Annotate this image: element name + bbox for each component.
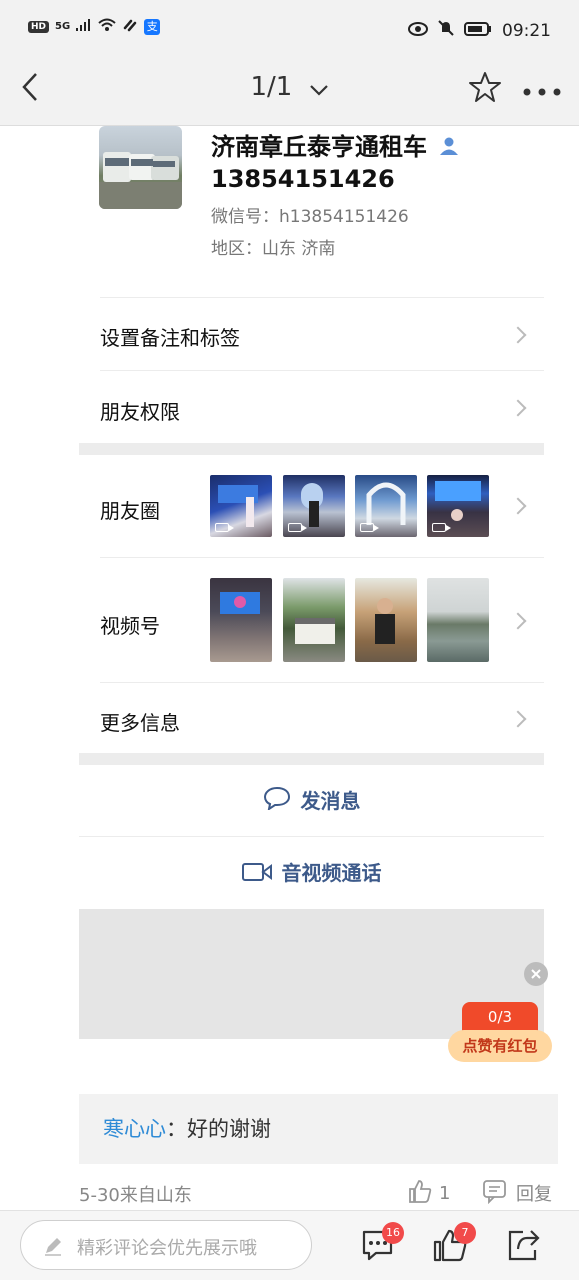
remark-row[interactable]: 设置备注和标签 bbox=[100, 297, 544, 371]
link-icon bbox=[122, 18, 138, 35]
comment-reply-button[interactable]: 回复 bbox=[482, 1178, 552, 1208]
thumbs-up-icon bbox=[432, 1229, 468, 1267]
status-bar: HD 5G 支 09:21 bbox=[0, 0, 579, 48]
mute-bell-icon bbox=[438, 20, 454, 41]
moments-thumbnail bbox=[355, 475, 417, 537]
battery-icon bbox=[464, 21, 492, 41]
channels-thumbnail bbox=[427, 578, 489, 662]
video-call-button[interactable]: 音视频通话 bbox=[79, 837, 544, 909]
reply-label: 回复 bbox=[516, 1184, 552, 1205]
alipay-icon: 支 bbox=[144, 18, 161, 35]
close-icon[interactable] bbox=[524, 962, 548, 986]
comment-separator: ： bbox=[166, 1117, 187, 1141]
video-icon bbox=[432, 523, 451, 532]
video-icon bbox=[288, 523, 307, 532]
star-icon[interactable] bbox=[468, 70, 502, 104]
channels-thumbnail bbox=[283, 578, 345, 662]
moments-thumbnail bbox=[427, 475, 489, 537]
wechat-id: 微信号：h13854151426 bbox=[211, 207, 409, 227]
comment-input-placeholder: 精彩评论会优先展示哦 bbox=[77, 1238, 257, 1259]
pencil-icon bbox=[43, 1236, 63, 1260]
likes-badge: 7 bbox=[454, 1222, 476, 1244]
profile-name-line1: 济南章丘泰亨通租车 bbox=[211, 133, 427, 161]
chevron-right-icon bbox=[509, 612, 527, 630]
reply-bubble-icon bbox=[482, 1178, 508, 1208]
chevron-right-icon bbox=[509, 326, 527, 344]
eye-icon bbox=[408, 21, 428, 41]
bottom-bar: 精彩评论会优先展示哦 16 7 bbox=[0, 1210, 579, 1280]
comment-input[interactable]: 精彩评论会优先展示哦 bbox=[20, 1220, 312, 1270]
more-info-label: 更多信息 bbox=[100, 711, 180, 735]
signal-icon bbox=[76, 19, 92, 34]
comments-button[interactable]: 16 bbox=[360, 1222, 404, 1263]
channels-thumbnail bbox=[210, 578, 272, 662]
video-camera-icon bbox=[241, 839, 272, 911]
page-counter: 1/1 bbox=[250, 72, 293, 102]
comments-icon bbox=[360, 1230, 396, 1267]
comment-like-count: 1 bbox=[439, 1182, 451, 1204]
more-options-icon[interactable] bbox=[522, 82, 562, 96]
permissions-row[interactable]: 朋友权限 bbox=[100, 370, 544, 444]
top-nav-bar: 1/1 bbox=[0, 48, 579, 126]
comment-meta: 5-30来自山东 bbox=[79, 1185, 192, 1206]
chat-bubble-icon bbox=[263, 767, 291, 839]
wifi-icon bbox=[98, 18, 116, 35]
section-divider bbox=[79, 443, 544, 455]
comment-text: 好的谢谢 bbox=[187, 1117, 271, 1141]
thumbs-up-icon bbox=[407, 1178, 433, 1208]
network-label: 5G bbox=[55, 21, 71, 32]
profile-avatar[interactable] bbox=[99, 126, 182, 209]
person-verified-icon bbox=[439, 131, 459, 165]
more-info-row[interactable]: 更多信息 bbox=[100, 682, 544, 754]
comment-username[interactable]: 寒心心 bbox=[103, 1117, 166, 1141]
moments-thumbnail bbox=[283, 475, 345, 537]
promo-label: 点赞有红包 bbox=[448, 1030, 552, 1062]
channels-thumbnail bbox=[355, 578, 417, 662]
hd-indicator: HD bbox=[28, 20, 50, 33]
send-message-button[interactable]: 发消息 bbox=[79, 765, 544, 837]
video-icon bbox=[215, 523, 234, 532]
video-icon bbox=[360, 523, 379, 532]
send-message-label: 发消息 bbox=[300, 789, 361, 813]
permissions-label: 朋友权限 bbox=[100, 400, 180, 424]
promo-counter: 0/3 bbox=[462, 1002, 538, 1032]
red-packet-promo[interactable]: 0/3 点赞有红包 bbox=[448, 1002, 552, 1062]
comment-like-button[interactable]: 1 bbox=[407, 1178, 450, 1208]
comment-card: 寒心心：好的谢谢 bbox=[79, 1094, 558, 1164]
likes-button[interactable]: 7 bbox=[432, 1222, 476, 1263]
share-icon bbox=[505, 1230, 541, 1267]
moments-label: 朋友圈 bbox=[100, 499, 160, 523]
chevron-right-icon bbox=[509, 399, 527, 417]
remark-label: 设置备注和标签 bbox=[100, 326, 240, 350]
clock: 09:21 bbox=[502, 20, 551, 41]
video-call-label: 音视频通话 bbox=[281, 861, 382, 885]
chevron-right-icon bbox=[509, 497, 527, 515]
comments-badge: 16 bbox=[382, 1222, 404, 1244]
chevron-down-icon bbox=[309, 73, 329, 103]
chevron-right-icon bbox=[509, 710, 527, 728]
profile-phone: 13854151426 bbox=[211, 165, 395, 193]
profile-name: 济南章丘泰亨通租车 bbox=[211, 130, 459, 165]
channels-label: 视频号 bbox=[100, 614, 160, 638]
section-divider bbox=[79, 753, 544, 765]
region: 地区：山东 济南 bbox=[211, 239, 336, 259]
share-button[interactable] bbox=[505, 1227, 541, 1263]
moments-thumbnail bbox=[210, 475, 272, 537]
